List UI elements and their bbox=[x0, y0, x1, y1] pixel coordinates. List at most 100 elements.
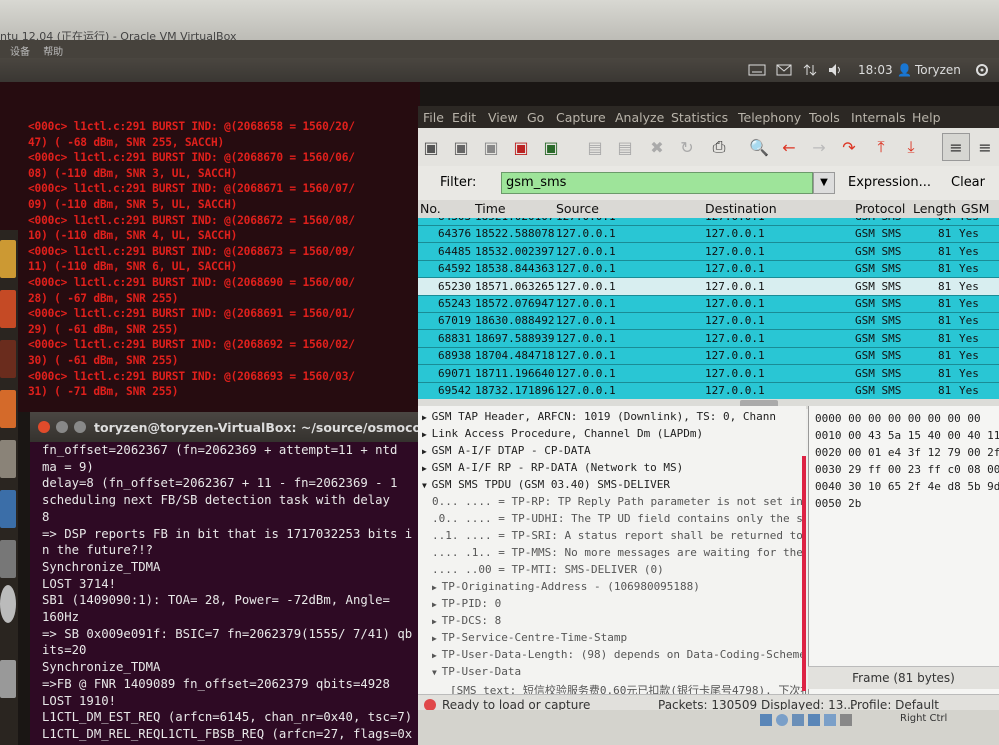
volume-icon[interactable] bbox=[828, 62, 844, 78]
collapse-arrow-icon[interactable]: ▼ bbox=[422, 481, 432, 490]
detail-tree-item[interactable]: .... .1.. = TP-MMS: No more messages are… bbox=[432, 546, 806, 559]
menu-help[interactable]: 帮助 bbox=[43, 47, 63, 58]
detail-tree-item[interactable]: ▶ Link Access Procedure, Channel Dm (LAP… bbox=[422, 427, 703, 440]
expand-arrow-icon[interactable]: ▶ bbox=[432, 651, 442, 660]
column-source[interactable]: Source bbox=[556, 201, 599, 216]
column-destination[interactable]: Destination bbox=[705, 201, 777, 216]
red-terminal-window[interactable]: <000c> l1ctl.c:291 BURST IND: @(2068658 … bbox=[0, 82, 420, 412]
menu-edit[interactable]: Edit bbox=[452, 110, 476, 125]
restart-capture-icon[interactable]: ▣ bbox=[540, 136, 562, 158]
detail-tree-item[interactable]: .... ..00 = TP-MTI: SMS-DELIVER (0) bbox=[432, 563, 664, 576]
vm-device-icons[interactable] bbox=[760, 714, 860, 726]
detail-tree-item[interactable]: ▶ TP-Service-Centre-Time-Stamp bbox=[432, 631, 627, 644]
packet-row[interactable]: 69542 18732.171896 127.0.0.1 127.0.0.1 GSM S… bbox=[418, 382, 999, 400]
forward-icon[interactable]: → bbox=[808, 136, 830, 158]
colorize-icon[interactable]: ≡ bbox=[942, 133, 970, 161]
detail-tree-item[interactable]: ▶ GSM A-I/F DTAP - CP-DATA bbox=[422, 444, 591, 457]
launcher-app-icon[interactable] bbox=[0, 290, 16, 328]
clear-button[interactable]: Clear bbox=[951, 175, 985, 190]
close-file-icon[interactable]: ✖ bbox=[646, 136, 668, 158]
launcher-app-icon[interactable] bbox=[0, 390, 16, 428]
menu-statistics[interactable]: Statistics bbox=[671, 110, 728, 125]
expand-arrow-icon[interactable]: ▶ bbox=[432, 600, 442, 609]
detail-tree-item[interactable]: ▶ GSM TAP Header, ARFCN: 1019 (Downlink)… bbox=[422, 410, 776, 423]
column-protocol[interactable]: Protocol bbox=[855, 201, 905, 216]
launcher-wireshark-icon[interactable] bbox=[0, 490, 16, 528]
last-packet-icon[interactable]: ⤓ bbox=[900, 136, 922, 158]
back-icon[interactable]: ← bbox=[778, 136, 800, 158]
detail-tree-item[interactable]: ▶ TP-Originating-Address - (106980095188… bbox=[432, 580, 700, 593]
menu-internals[interactable]: Internals bbox=[851, 110, 906, 125]
expand-arrow-icon[interactable]: ▶ bbox=[422, 430, 432, 439]
cd-icon[interactable] bbox=[776, 714, 788, 726]
display-filter-input[interactable]: gsm_sms bbox=[501, 172, 813, 194]
packet-row[interactable]: 64592 18538.844363 127.0.0.1 127.0.0.1 GSM S… bbox=[418, 260, 999, 279]
expression-button[interactable]: Expression... bbox=[848, 175, 931, 190]
collapse-arrow-icon[interactable]: ▼ bbox=[432, 668, 442, 677]
packet-row[interactable]: 65230 18571.063265 127.0.0.1 127.0.0.1 GSM S… bbox=[418, 277, 999, 296]
purple-terminal-window[interactable]: toryzen@toryzen-VirtualBox: ~/source/osm… bbox=[30, 412, 434, 745]
launcher-text-editor-icon[interactable] bbox=[0, 440, 16, 478]
column-no[interactable]: No. bbox=[420, 201, 441, 216]
keyboard-icon[interactable] bbox=[748, 62, 766, 78]
column-gsm[interactable]: GSM bbox=[961, 201, 989, 216]
launcher-trash-icon[interactable] bbox=[0, 660, 16, 698]
detail-tree-item[interactable]: ▼ TP-User-Data bbox=[432, 665, 521, 678]
reload-icon[interactable]: ↻ bbox=[676, 136, 698, 158]
save-file-icon[interactable]: ▤ bbox=[614, 136, 636, 158]
launcher-terminal-icon[interactable] bbox=[0, 340, 16, 378]
display-icon[interactable] bbox=[840, 714, 852, 726]
packet-row[interactable]: 68938 18704.484718 127.0.0.1 127.0.0.1 GSM S… bbox=[418, 347, 999, 366]
menu-analyze[interactable]: Analyze bbox=[615, 110, 664, 125]
column-time[interactable]: Time bbox=[475, 201, 506, 216]
menu-view[interactable]: View bbox=[488, 110, 518, 125]
expand-arrow-icon[interactable]: ▶ bbox=[432, 583, 442, 592]
minimize-icon[interactable] bbox=[56, 421, 68, 433]
open-file-icon[interactable]: ▤ bbox=[584, 136, 606, 158]
packet-row[interactable]: 67019 18630.088492 127.0.0.1 127.0.0.1 GSM S… bbox=[418, 312, 999, 331]
detail-tree-item[interactable]: 0... .... = TP-RP: TP Reply Path paramet… bbox=[432, 495, 806, 508]
detail-tree-item[interactable]: .0.. .... = TP-UDHI: The TP UD field con… bbox=[432, 512, 806, 525]
menu-telephony[interactable]: Telephony bbox=[738, 110, 801, 125]
expand-arrow-icon[interactable]: ▶ bbox=[432, 634, 442, 643]
menu-file[interactable]: File bbox=[423, 110, 444, 125]
launcher-app-icon[interactable] bbox=[0, 240, 16, 278]
menu-devices[interactable]: 设备 bbox=[10, 47, 30, 58]
hdd-icon[interactable] bbox=[760, 714, 772, 726]
expand-arrow-icon[interactable]: ▶ bbox=[422, 464, 432, 473]
clock[interactable]: 18:03 bbox=[858, 62, 893, 78]
usb-icon[interactable] bbox=[792, 714, 804, 726]
detail-tree-item[interactable]: ▼ GSM SMS TPDU (GSM 03.40) SMS-DELIVER bbox=[422, 478, 670, 491]
menu-help[interactable]: Help bbox=[912, 110, 941, 125]
mail-icon[interactable] bbox=[776, 62, 792, 78]
packet-row[interactable]: 68831 18697.588939 127.0.0.1 127.0.0.1 GSM S… bbox=[418, 330, 999, 348]
autoscroll-icon[interactable]: ≡ bbox=[974, 136, 996, 158]
network-icon[interactable] bbox=[803, 62, 817, 78]
power-gear-icon[interactable] bbox=[975, 62, 989, 78]
interfaces-icon[interactable]: ▣ bbox=[420, 136, 442, 158]
detail-tree-item[interactable]: [SMS text: 短信校验服务费0.60元已扣款(银行卡尾号4798). 下… bbox=[450, 682, 806, 694]
details-scrollbar[interactable] bbox=[802, 456, 806, 691]
first-packet-icon[interactable]: ⤒ bbox=[870, 136, 892, 158]
menu-tools[interactable]: Tools bbox=[809, 110, 840, 125]
detail-tree-item[interactable]: ▶ TP-DCS: 8 bbox=[432, 614, 501, 627]
packet-row[interactable]: 69071 18711.196640 127.0.0.1 127.0.0.1 GSM S… bbox=[418, 365, 999, 383]
find-icon[interactable]: 🔍 bbox=[748, 136, 770, 158]
detail-tree-item[interactable]: ▶ TP-User-Data-Length: (98) depends on D… bbox=[432, 648, 806, 661]
stop-capture-icon[interactable]: ▣ bbox=[510, 136, 532, 158]
detail-tree-item[interactable]: ▶ TP-PID: 0 bbox=[432, 597, 501, 610]
packet-details-pane[interactable]: ▶ GSM TAP Header, ARFCN: 1019 (Downlink)… bbox=[418, 406, 806, 694]
detail-tree-item[interactable]: ..1. .... = TP-SRI: A status report shal… bbox=[432, 529, 806, 542]
start-capture-icon[interactable]: ▣ bbox=[480, 136, 502, 158]
expand-arrow-icon[interactable]: ▶ bbox=[432, 617, 442, 626]
capture-options-icon[interactable]: ▣ bbox=[450, 136, 472, 158]
launcher-app-icon[interactable] bbox=[0, 540, 16, 578]
packet-row[interactable]: 64376 18522.588078 127.0.0.1 127.0.0.1 GSM S… bbox=[418, 225, 999, 244]
menu-go[interactable]: Go bbox=[527, 110, 544, 125]
go-to-packet-icon[interactable]: ↷ bbox=[838, 136, 860, 158]
packet-bytes-pane[interactable]: 0000 00 00 00 00 00 00 00 0010 00 43 5a 1… bbox=[808, 406, 999, 694]
close-icon[interactable] bbox=[38, 421, 50, 433]
expand-arrow-icon[interactable]: ▶ bbox=[422, 447, 432, 456]
user-menu[interactable]: 👤 Toryzen bbox=[897, 62, 961, 78]
launcher-disc-icon[interactable] bbox=[0, 585, 16, 623]
